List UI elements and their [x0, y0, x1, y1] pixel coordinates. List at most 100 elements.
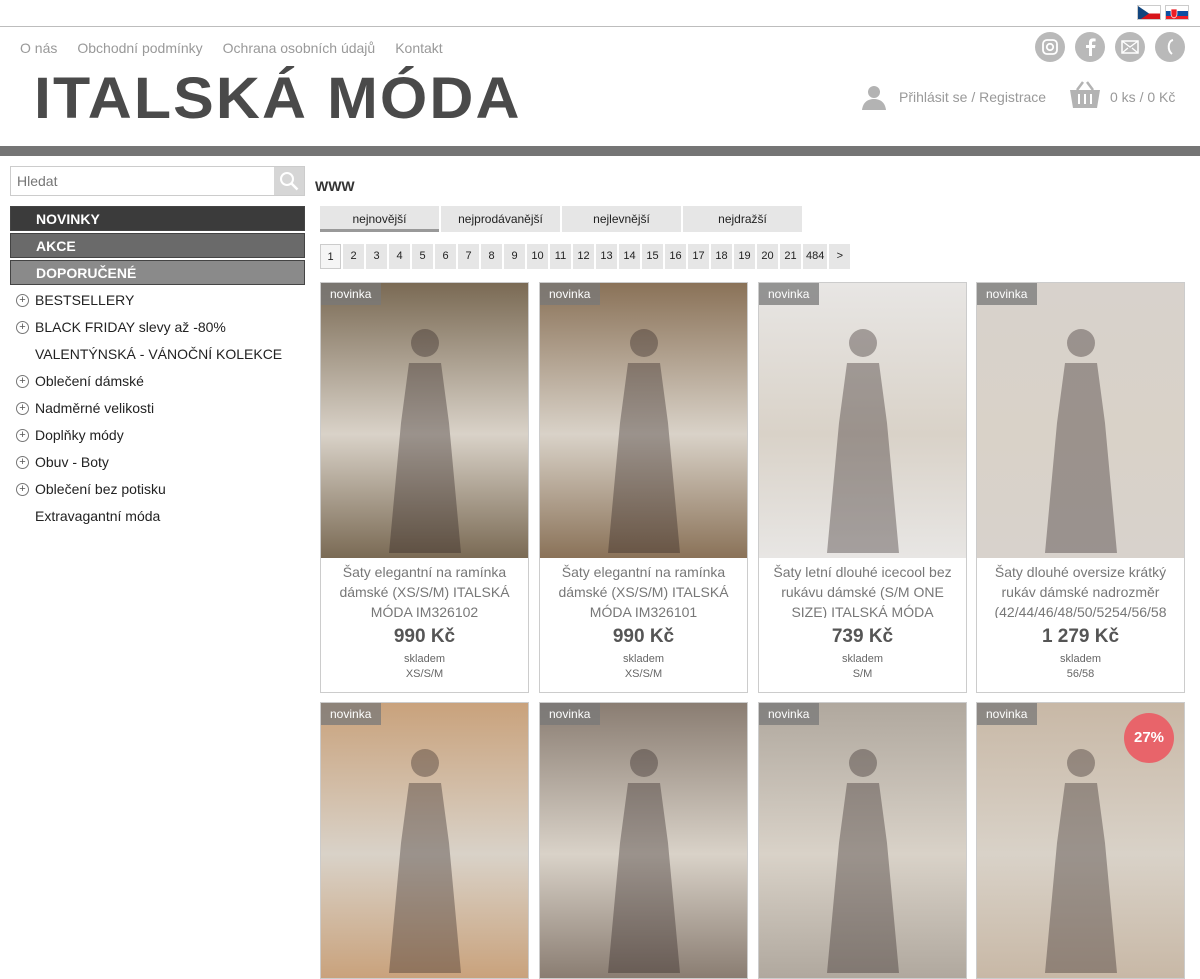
sidebar-item-black-friday[interactable]: + BLACK FRIDAY slevy až -80% [10, 314, 305, 341]
product-image[interactable]: novinka [540, 703, 747, 978]
expand-plus-icon[interactable]: + [16, 402, 29, 415]
pager-page-button[interactable]: 12 [573, 244, 594, 269]
product-stock: skladem [404, 653, 445, 665]
sort-cheapest-tab[interactable]: nejlevnější [562, 206, 681, 232]
product-card[interactable]: novinka Šaty dlouhé oversize krátký rukáv… [976, 282, 1185, 693]
top-nav: O nás Obchodní podmínky Ochrana osobních… [20, 40, 443, 56]
pager-page-button[interactable]: 6 [435, 244, 456, 269]
login-link[interactable]: Přihlásit se / Registrace [899, 89, 1046, 105]
sidebar-item-extravagantni[interactable]: Extravagantní móda [10, 503, 305, 530]
sort-bestselling-tab[interactable]: nejprodávanější [441, 206, 560, 232]
pager-page-button[interactable]: 15 [642, 244, 663, 269]
product-card[interactable]: novinka [539, 702, 748, 979]
pager-page-button[interactable]: 20 [757, 244, 778, 269]
top-bar [0, 0, 1200, 27]
sidebar-item-obuv[interactable]: + Obuv - Boty [10, 449, 305, 476]
sidebar-item-valentynska[interactable]: VALENTÝNSKÁ - VÁNOČNÍ KOLEKCE [10, 341, 305, 368]
product-name[interactable]: Šaty letní dlouhé icecool bez rukávu dám… [759, 558, 966, 618]
search-button[interactable] [274, 167, 304, 195]
pager-page-button[interactable]: 8 [481, 244, 502, 269]
sidebar-item-label: VALENTÝNSKÁ - VÁNOČNÍ KOLEKCE [35, 346, 283, 362]
pager-next-button[interactable]: > [829, 244, 851, 269]
sidebar-item-label: Oblečení dámské [35, 373, 144, 389]
pager-page-button[interactable]: 16 [665, 244, 686, 269]
discount-badge[interactable]: 27% [1124, 713, 1174, 763]
expand-plus-icon[interactable]: + [16, 483, 29, 496]
pager-page-button[interactable]: 3 [366, 244, 387, 269]
pager-page-button[interactable]: 484 [803, 244, 828, 269]
new-badge: novinka [977, 703, 1037, 725]
nav-privacy-link[interactable]: Ochrana osobních údajů [223, 40, 376, 56]
phone-icon[interactable] [1155, 32, 1185, 62]
slovak-flag-icon[interactable] [1165, 5, 1189, 20]
sidebar-item-label: BLACK FRIDAY slevy až -80% [35, 319, 226, 335]
pager-page-button[interactable]: 1 [320, 244, 341, 269]
pager-page-button[interactable]: 13 [596, 244, 617, 269]
pager-page-button[interactable]: 14 [619, 244, 640, 269]
pager-page-button[interactable]: 21 [780, 244, 801, 269]
pager-page-button[interactable]: 4 [389, 244, 410, 269]
product-name[interactable]: Šaty dlouhé oversize krátký rukáv dámské… [977, 558, 1184, 618]
expand-plus-icon[interactable]: + [16, 321, 29, 334]
nav-terms-link[interactable]: Obchodní podmínky [77, 40, 202, 56]
sidebar-item-doplnky[interactable]: + Doplňky módy [10, 422, 305, 449]
product-stock: skladem [623, 653, 664, 665]
mail-icon[interactable] [1115, 32, 1145, 62]
pager-page-button[interactable]: 5 [412, 244, 433, 269]
product-card[interactable]: novinka [758, 702, 967, 979]
sort-newest-tab[interactable]: nejnovější [320, 206, 439, 232]
nav-about-link[interactable]: O nás [20, 40, 57, 56]
product-size: S/M [852, 668, 873, 680]
new-badge: novinka [759, 283, 819, 305]
pager-page-button[interactable]: 17 [688, 244, 709, 269]
product-price: 739 Kč [831, 626, 894, 647]
product-image[interactable]: novinka [759, 283, 966, 558]
pager-page-button[interactable]: 11 [550, 244, 571, 269]
sidebar-item-bestsellery[interactable]: + BESTSELLERY [10, 287, 305, 314]
expand-plus-icon[interactable]: + [16, 429, 29, 442]
product-price: 990 Kč [393, 626, 456, 647]
product-card[interactable]: novinka Šaty letní dlouhé icecool bez ruk… [758, 282, 967, 693]
sort-most-expensive-tab[interactable]: nejdražší [683, 206, 802, 232]
logo[interactable]: ITALSKÁ MÓDA [34, 70, 522, 128]
sidebar-novinky[interactable]: NOVINKY [10, 206, 305, 231]
sidebar-akce[interactable]: AKCE [10, 233, 305, 258]
czech-flag-icon[interactable] [1137, 5, 1161, 20]
sidebar-item-bez-potisku[interactable]: + Oblečení bez potisku [10, 476, 305, 503]
product-image[interactable]: novinka [321, 703, 528, 978]
pager-page-button[interactable]: 9 [504, 244, 525, 269]
new-badge: novinka [540, 283, 600, 305]
pager-page-button[interactable]: 7 [458, 244, 479, 269]
cart-summary[interactable]: 0 ks / 0 Kč [1110, 89, 1175, 105]
instagram-icon[interactable] [1035, 32, 1065, 62]
product-price: 990 Kč [612, 626, 675, 647]
pager-page-button[interactable]: 10 [527, 244, 548, 269]
product-size: 56/58 [1066, 668, 1095, 680]
product-name[interactable]: Šaty elegantní na ramínka dámské (XS/S/M… [540, 558, 747, 618]
sidebar-item-obleceni-damske[interactable]: + Oblečení dámské [10, 368, 305, 395]
product-name[interactable]: Šaty elegantní na ramínka dámské (XS/S/M… [321, 558, 528, 618]
product-image[interactable]: novinka [321, 283, 528, 558]
sidebar-item-nadmerne[interactable]: + Nadměrné velikosti [10, 395, 305, 422]
basket-icon[interactable] [1068, 80, 1102, 110]
nav-contact-link[interactable]: Kontakt [395, 40, 442, 56]
expand-plus-icon[interactable]: + [16, 456, 29, 469]
expand-plus-icon[interactable]: + [16, 294, 29, 307]
product-stock: skladem [842, 653, 883, 665]
pager-page-button[interactable]: 18 [711, 244, 732, 269]
page-title: WWW [315, 178, 355, 194]
product-image[interactable]: novinka [540, 283, 747, 558]
header-divider [0, 146, 1200, 156]
expand-plus-icon[interactable]: + [16, 375, 29, 388]
product-card[interactable]: novinka [320, 702, 529, 979]
facebook-icon[interactable] [1075, 32, 1105, 62]
user-icon[interactable] [861, 84, 887, 110]
product-image[interactable]: novinka [759, 703, 966, 978]
search-input[interactable] [11, 167, 274, 195]
product-image[interactable]: novinka [977, 283, 1184, 558]
sidebar-doporucene[interactable]: DOPORUČENÉ [10, 260, 305, 285]
product-card[interactable]: novinka Šaty elegantní na ramínka dámské … [320, 282, 529, 693]
pager-page-button[interactable]: 19 [734, 244, 755, 269]
product-card[interactable]: novinka Šaty elegantní na ramínka dámské … [539, 282, 748, 693]
pager-page-button[interactable]: 2 [343, 244, 364, 269]
